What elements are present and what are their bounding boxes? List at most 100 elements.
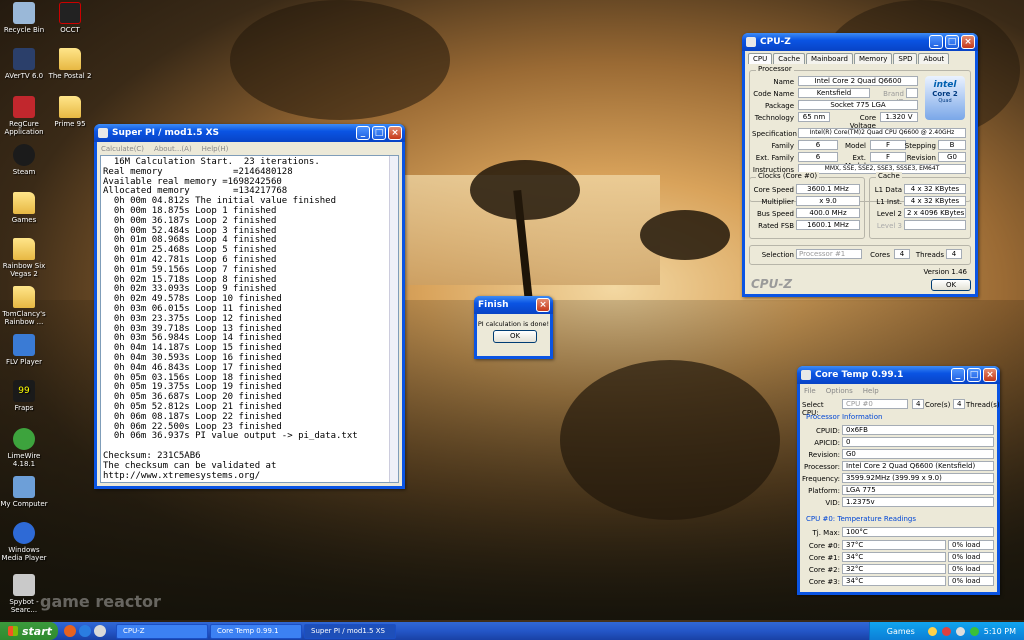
close-button[interactable]: × [983,368,997,382]
cpuid-value: 0x6FB [842,425,994,435]
palm-leaves [230,0,450,120]
close-button[interactable]: × [388,126,402,140]
desktop-icon-flv-player[interactable]: FLV Player [0,334,48,366]
tray-icon[interactable] [941,626,951,636]
palm-leaves [640,210,730,260]
tab-about[interactable]: About [918,53,950,64]
clock[interactable]: 5:10 PM [984,627,1016,636]
desktop-icon-limewire[interactable]: LimeWire 4.18.1 [0,428,48,468]
tjmax-label: Tj. Max: [812,529,840,537]
menu-about[interactable]: About...(A) [154,145,192,153]
desktop-icon-wmp[interactable]: Windows Media Player [0,522,48,562]
avertv-icon [13,48,35,70]
window-title: Core Temp 0.99.1 [815,370,904,380]
tab-mainboard[interactable]: Mainboard [806,53,853,64]
menu-calculate[interactable]: Calculate(C) [101,145,144,153]
freq-value: 3599.92MHz (399.99 x 9.0) [842,473,994,483]
cpu-select[interactable]: CPU #0 [842,399,908,409]
desktop-icon-my-computer[interactable]: My Computer [0,476,48,508]
core-temp-value: 32°C [842,564,946,574]
tab-spd[interactable]: SPD [893,53,918,64]
folder-icon [59,96,81,118]
desktop-icon-label: Fraps [14,404,34,412]
tray-toolbar-label[interactable]: Games [887,627,915,636]
minimize-button[interactable]: _ [356,126,370,140]
desktop-icon-label: Games [11,216,37,224]
flv-player-icon [13,334,35,356]
close-button[interactable]: × [961,35,975,49]
tray-icon[interactable] [955,626,965,636]
menu-help[interactable]: Help [863,387,879,395]
minimize-button[interactable]: _ [929,35,943,49]
superpi-menubar: Calculate(C) About...(A) Help(H) [97,142,402,155]
ok-button[interactable]: OK [931,279,971,291]
codename-value: Kentsfield [798,88,870,98]
task-coretemp[interactable]: Core Temp 0.99.1 [210,623,302,639]
proc-info-title: Processor Information [806,413,883,421]
stepping-value: B [938,140,966,150]
desktop-icon-label: Prime 95 [54,120,86,128]
mult-value: x 9.0 [796,196,860,206]
tab-memory[interactable]: Memory [853,53,893,64]
superpi-titlebar[interactable]: Super PI / mod1.5 XS _ □ × [94,124,405,142]
l2-label: Level 2 [876,210,902,218]
ie-icon[interactable] [79,625,91,637]
cpuz-titlebar[interactable]: CPU-Z _ □ × [742,33,978,51]
processor-label: Processor: [804,463,840,471]
maximize-button[interactable]: □ [967,368,981,382]
desktop-icon-recycle-bin[interactable]: Recycle Bin [0,2,48,34]
menu-file[interactable]: File [804,387,816,395]
brandid-value [906,88,918,98]
superpi-log: 16M Calculation Start. 23 iterations. Rea… [101,156,398,482]
task-superpi[interactable]: Super PI / mod1.5 XS [304,623,396,639]
ok-button[interactable]: OK [493,330,537,343]
close-button[interactable]: × [536,298,550,312]
start-button[interactable]: start [0,622,58,640]
desktop-icon-avertv[interactable]: AVerTV 6.0 [0,48,48,80]
log-line: http://www.xtremesystems.org/ [103,470,261,481]
minimize-button[interactable]: _ [951,368,965,382]
desktop-icon-tomclancy[interactable]: TomClancy's Rainbow ... [0,286,48,326]
desktop-icon-label: The Postal 2 [48,72,92,80]
tab-cache[interactable]: Cache [773,53,806,64]
desktop-icon-regcure[interactable]: RegCure Application [0,96,48,136]
finish-titlebar[interactable]: Finish × [474,296,553,314]
core-load-value: 0% load [948,552,994,562]
desktop-icon-prime95[interactable]: Prime 95 [46,96,94,128]
task-cpuz[interactable]: CPU-Z [116,623,208,639]
codename-label: Code Name [753,90,794,98]
vid-label: VID: [825,499,840,507]
show-desktop-icon[interactable] [94,625,106,637]
vertical-scrollbar[interactable] [389,156,398,482]
cores-label: Cores [870,251,890,259]
tray-icon[interactable] [927,626,937,636]
steam-icon [13,144,35,166]
desktop-icon-spybot[interactable]: Spybot - Searc... [0,574,48,614]
desktop-icon-steam[interactable]: Steam [0,144,48,176]
menu-help[interactable]: Help(H) [202,145,229,153]
recycle-bin-icon [13,2,35,24]
threads-value: 4 [946,249,962,259]
version-text: Version 1.46 [923,268,967,276]
revision-value: G0 [938,152,966,162]
desktop-icon-games[interactable]: Games [0,192,48,224]
processor-select[interactable]: Processor #1 [796,249,862,259]
cpuz-brand: CPU-Z [751,277,793,291]
superpi-output[interactable]: 16M Calculation Start. 23 iterations. Rea… [100,155,399,483]
menu-options[interactable]: Options [826,387,853,395]
maximize-button[interactable]: □ [945,35,959,49]
coretemp-titlebar[interactable]: Core Temp 0.99.1 _ □ × [797,366,1000,384]
desktop-icon-label: Steam [12,168,36,176]
firefox-icon[interactable] [64,625,76,637]
tab-cpu[interactable]: CPU [748,53,773,64]
desktop-icon-rainbow-six[interactable]: Rainbow Six Vegas 2 [0,238,48,278]
cores-value: 4 [894,249,910,259]
intel-logo-sub: Core 2 [932,90,958,98]
core-temp-value: 37°C [842,540,946,550]
maximize-button[interactable]: □ [372,126,386,140]
desktop-icon-fraps[interactable]: 99 Fraps [0,380,48,412]
name-label: Name [773,78,794,86]
desktop-icon-occt[interactable]: OCCT [46,2,94,34]
desktop-icon-postal2[interactable]: The Postal 2 [46,48,94,80]
tray-icon[interactable] [969,626,979,636]
